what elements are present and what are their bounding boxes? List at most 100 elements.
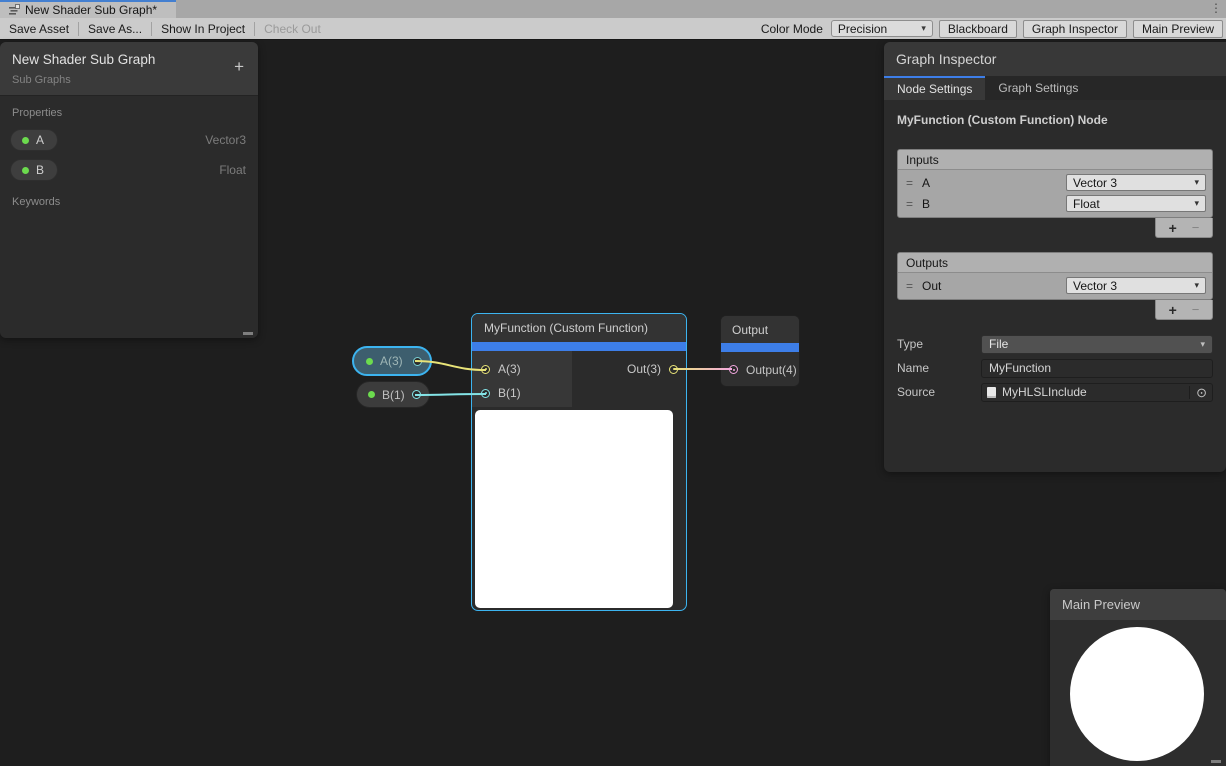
property-pill-a[interactable]: A: [10, 129, 58, 151]
blackboard-subtitle: Sub Graphs: [12, 74, 246, 86]
shader-graph-toolbar: Save Asset Save As... Show In Project Ch…: [0, 18, 1226, 40]
selected-node-title: MyFunction (Custom Function) Node: [897, 113, 1213, 127]
main-preview-panel: Main Preview: [1050, 589, 1226, 766]
remove-output-button[interactable]: −: [1192, 303, 1200, 316]
graph-inspector-title[interactable]: Graph Inspector: [884, 42, 1226, 76]
property-pill-b[interactable]: B: [10, 159, 58, 181]
property-row-b: B Float: [0, 155, 258, 185]
output-port-label: Out(3): [627, 362, 661, 376]
property-node-label: A(3): [380, 354, 403, 368]
drag-handle-icon[interactable]: =: [906, 197, 922, 211]
property-b-output-port[interactable]: [412, 390, 421, 399]
input-row-a[interactable]: = A Vector 3 ▾: [898, 172, 1212, 193]
main-preview-toggle-button[interactable]: Main Preview: [1133, 20, 1223, 38]
object-picker-icon[interactable]: ⊙: [1189, 386, 1207, 399]
property-type: Vector3: [205, 133, 246, 147]
input-port-a[interactable]: [481, 365, 490, 374]
property-node-a[interactable]: A(3): [352, 346, 432, 376]
output-type-value: Vector 3: [1073, 279, 1117, 293]
source-field-label: Source: [897, 385, 981, 399]
graph-inspector-toggle-button[interactable]: Graph Inspector: [1023, 20, 1127, 38]
save-as-button[interactable]: Save As...: [79, 18, 151, 40]
node-precision-bar: [472, 342, 686, 351]
inspector-tabs: Node Settings Graph Settings: [884, 76, 1226, 100]
main-preview-title[interactable]: Main Preview: [1050, 589, 1226, 620]
custom-function-node[interactable]: MyFunction (Custom Function) A(3) B(1) O…: [471, 313, 687, 611]
chevron-down-icon: ▾: [1194, 177, 1199, 188]
input-type-dropdown[interactable]: Float ▾: [1066, 195, 1206, 212]
input-type-value: Vector 3: [1073, 176, 1117, 190]
node-precision-bar: [721, 343, 799, 352]
property-type: Float: [219, 163, 246, 177]
input-name: A: [922, 176, 930, 190]
blackboard-header[interactable]: New Shader Sub Graph Sub Graphs +: [0, 42, 258, 96]
input-row-b[interactable]: = B Float ▾: [898, 193, 1212, 214]
name-field-label: Name: [897, 361, 981, 375]
output-row-out[interactable]: = Out Vector 3 ▾: [898, 275, 1212, 296]
tab-graph-settings[interactable]: Graph Settings: [985, 76, 1091, 100]
color-mode-value: Precision: [838, 22, 887, 36]
input-port-label: B(1): [498, 386, 521, 400]
properties-section-label: Properties: [0, 96, 258, 125]
output-node-port-label: Output(4): [746, 363, 797, 377]
drag-handle-icon[interactable]: =: [906, 176, 922, 190]
type-dropdown[interactable]: File ▾: [981, 335, 1213, 354]
property-a-output-port[interactable]: [413, 357, 422, 366]
kebab-menu-icon[interactable]: ⋮: [1210, 1, 1222, 15]
blackboard-toggle-button[interactable]: Blackboard: [939, 20, 1017, 38]
outputs-list-header: Outputs: [898, 253, 1212, 273]
output-node[interactable]: Output Output(4): [720, 315, 800, 387]
output-node-input-port[interactable]: [729, 365, 738, 374]
type-value: File: [989, 337, 1008, 351]
node-title[interactable]: Output: [721, 316, 799, 343]
remove-input-button[interactable]: −: [1192, 221, 1200, 234]
keywords-section-label: Keywords: [0, 185, 258, 214]
chevron-down-icon: ▾: [1194, 198, 1199, 209]
blackboard-resize-handle[interactable]: [243, 332, 253, 335]
tab-title: New Shader Sub Graph*: [25, 3, 157, 17]
main-preview-resize-handle[interactable]: [1211, 760, 1221, 763]
chevron-down-icon: ▾: [1200, 339, 1205, 350]
property-node-b[interactable]: B(1): [356, 381, 430, 408]
outputs-list-footer: + −: [1155, 300, 1213, 320]
add-input-button[interactable]: +: [1169, 221, 1177, 235]
tab-node-settings[interactable]: Node Settings: [884, 76, 985, 100]
outputs-list: Outputs = Out Vector 3 ▾: [897, 252, 1213, 300]
exposed-property-dot: [366, 358, 373, 365]
file-asset-icon: [987, 387, 996, 398]
graph-inspector-panel: Graph Inspector Node Settings Graph Sett…: [884, 42, 1226, 472]
node-output-ports: Out(3): [572, 351, 686, 407]
inputs-list-footer: + −: [1155, 218, 1213, 238]
drag-handle-icon[interactable]: =: [906, 279, 922, 293]
window-tab-bar: New Shader Sub Graph* ⋮: [0, 0, 1226, 18]
preview-sphere: [1070, 627, 1204, 761]
show-in-project-button[interactable]: Show In Project: [152, 18, 254, 40]
node-title[interactable]: MyFunction (Custom Function): [472, 314, 686, 342]
inputs-list: Inputs = A Vector 3 ▾ = B Flo: [897, 149, 1213, 218]
check-out-button: Check Out: [255, 18, 330, 40]
document-tab[interactable]: New Shader Sub Graph*: [0, 0, 176, 18]
property-row-a: A Vector3: [0, 125, 258, 155]
inputs-list-header: Inputs: [898, 150, 1212, 170]
source-value: MyHLSLInclude: [1002, 385, 1087, 399]
node-input-ports: A(3) B(1): [472, 351, 572, 407]
property-name: A: [36, 133, 44, 147]
blackboard-title: New Shader Sub Graph: [12, 52, 246, 67]
sub-graph-asset-icon: [8, 4, 20, 16]
save-asset-button[interactable]: Save Asset: [0, 18, 78, 40]
chevron-down-icon: ▾: [921, 23, 926, 34]
output-type-dropdown[interactable]: Vector 3 ▾: [1066, 277, 1206, 294]
function-name-input[interactable]: MyFunction: [981, 359, 1213, 378]
color-mode-dropdown[interactable]: Precision ▾: [831, 20, 933, 37]
add-output-button[interactable]: +: [1169, 303, 1177, 317]
node-preview: [475, 410, 673, 608]
add-property-button[interactable]: +: [234, 58, 244, 75]
input-port-b[interactable]: [481, 389, 490, 398]
source-object-field[interactable]: MyHLSLInclude ⊙: [981, 383, 1213, 402]
output-port-out[interactable]: [669, 365, 678, 374]
exposed-property-dot: [368, 391, 375, 398]
input-port-label: A(3): [498, 362, 521, 376]
property-name: B: [36, 163, 44, 177]
input-type-dropdown[interactable]: Vector 3 ▾: [1066, 174, 1206, 191]
type-field-label: Type: [897, 337, 981, 351]
